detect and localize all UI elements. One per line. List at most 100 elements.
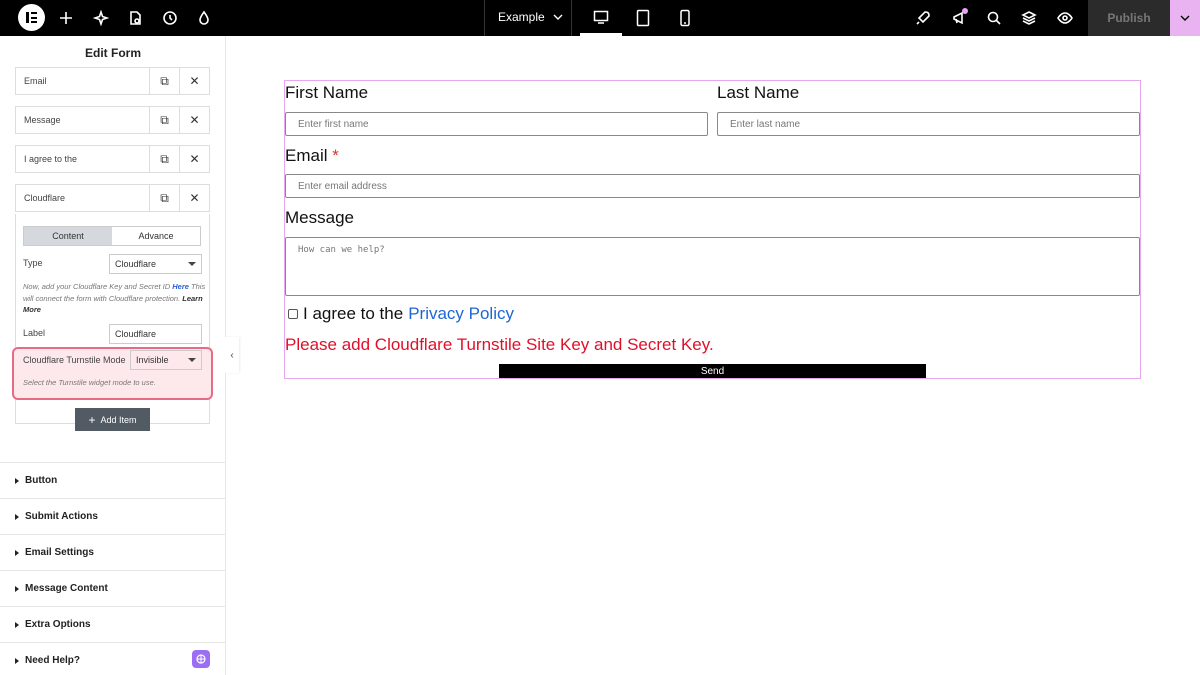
editor-panel: Edit Form Email ⧉ ✕ Message ⧉ ✕ I agree … [0, 36, 226, 675]
help-bot-icon[interactable] [192, 650, 210, 668]
mobile-view-button[interactable] [664, 0, 706, 36]
form-field-item[interactable]: Message ⧉ ✕ [15, 106, 210, 134]
turnstile-error-message: Please add Cloudflare Turnstile Site Key… [285, 335, 714, 354]
privacy-policy-link[interactable]: Privacy Policy [408, 304, 514, 324]
rocket-icon[interactable] [913, 8, 933, 28]
email-input[interactable]: Enter email address [285, 174, 1140, 198]
form-field-label: Email [24, 76, 47, 86]
desktop-icon [593, 10, 609, 24]
top-bar: Example Publish [0, 0, 1200, 36]
field-tabs: Content Advance [23, 226, 201, 246]
email-label: Email * [285, 146, 339, 166]
duplicate-icon[interactable]: ⧉ [149, 107, 179, 133]
search-icon[interactable] [984, 8, 1004, 28]
page-settings-icon[interactable] [125, 8, 145, 28]
caret-down-icon [188, 358, 196, 362]
section-message-content[interactable]: Message Content [0, 570, 226, 606]
plus-icon: + [88, 412, 96, 427]
collapse-panel-button[interactable]: ‹ [225, 337, 239, 373]
section-label: Extra Options [25, 619, 91, 630]
last-name-label: Last Name [717, 83, 800, 102]
section-button[interactable]: Button [0, 462, 226, 498]
cloudflare-help-text: Now, add your Cloudflare Key and Secret … [23, 281, 208, 316]
section-extra-options[interactable]: Extra Options [0, 606, 226, 642]
chevron-left-icon: ‹ [230, 349, 234, 361]
close-icon[interactable]: ✕ [179, 107, 209, 133]
form-field-label: Cloudflare [24, 193, 66, 203]
close-icon[interactable]: ✕ [179, 68, 209, 94]
email-label-text: Email [285, 146, 328, 165]
form-field-item[interactable]: Cloudflare ⧉ ✕ [15, 184, 210, 212]
caret-right-icon [15, 585, 19, 592]
label-input[interactable]: Cloudflare [109, 324, 202, 344]
desktop-view-button[interactable] [580, 0, 622, 36]
tab-advance[interactable]: Advance [112, 227, 200, 245]
layers-icon[interactable] [1019, 8, 1039, 28]
site-selector[interactable]: Example [498, 10, 563, 24]
type-value: Cloudflare [115, 259, 157, 269]
duplicate-icon[interactable]: ⧉ [149, 146, 179, 172]
turnstile-mode-help: Select the Turnstile widget mode to use. [23, 378, 156, 387]
section-label: Email Settings [25, 547, 94, 558]
label-value: Cloudflare [115, 329, 157, 339]
section-label: Submit Actions [25, 511, 98, 522]
agree-checkbox[interactable] [288, 309, 298, 319]
ai-sparkle-icon[interactable] [91, 8, 111, 28]
divider [484, 0, 485, 36]
message-label: Message [285, 208, 354, 227]
privacy-consent: I agree to the Privacy Policy [288, 304, 514, 324]
history-icon[interactable] [160, 8, 180, 28]
help-text: Now, add your Cloudflare Key and Secret … [23, 282, 171, 291]
last-name-input[interactable]: Enter last name [717, 112, 1140, 136]
help-here-link[interactable]: Here [172, 282, 189, 291]
tablet-icon [636, 9, 650, 27]
send-button[interactable]: Send [499, 364, 926, 378]
type-label: Type [23, 258, 43, 268]
add-element-icon[interactable] [56, 8, 76, 28]
caret-right-icon [15, 621, 19, 628]
agree-text: I agree to the [303, 304, 404, 323]
add-item-button[interactable]: + Add Item [75, 408, 150, 431]
turnstile-mode-select[interactable]: Invisible [130, 350, 202, 370]
site-name: Example [498, 10, 545, 24]
site-settings-drop-icon[interactable] [194, 8, 214, 28]
preview-eye-icon[interactable] [1055, 8, 1075, 28]
required-asterisk: * [332, 146, 339, 165]
type-select[interactable]: Cloudflare [109, 254, 202, 274]
turnstile-mode-value: Invisible [136, 355, 169, 365]
divider [571, 0, 572, 36]
tablet-view-button[interactable] [622, 0, 664, 36]
notification-dot [962, 8, 968, 14]
form-field-label: I agree to the [24, 154, 78, 164]
section-submit-actions[interactable]: Submit Actions [0, 498, 226, 534]
first-name-input[interactable]: Enter first name [285, 112, 708, 136]
form-field-item[interactable]: I agree to the ⧉ ✕ [15, 145, 210, 173]
duplicate-icon[interactable]: ⧉ [149, 68, 179, 94]
close-icon[interactable]: ✕ [179, 146, 209, 172]
form-field-item[interactable]: Email ⧉ ✕ [15, 67, 210, 95]
add-item-label: Add Item [100, 414, 137, 425]
label-label: Label [23, 328, 46, 338]
publish-options-button[interactable] [1170, 0, 1200, 36]
turnstile-mode-label: Cloudflare Turnstile Mode [23, 355, 126, 365]
notifications-megaphone-icon[interactable] [949, 8, 969, 28]
chevron-down-icon [553, 14, 563, 20]
chevron-down-icon [1180, 15, 1190, 21]
caret-right-icon [15, 477, 19, 484]
section-email-settings[interactable]: Email Settings [0, 534, 226, 570]
duplicate-icon[interactable]: ⧉ [149, 185, 179, 211]
mobile-icon [680, 9, 690, 27]
caret-right-icon [15, 513, 19, 520]
elementor-logo-icon[interactable] [18, 4, 45, 31]
form-field-label: Message [24, 115, 61, 125]
publish-button[interactable]: Publish [1088, 0, 1170, 36]
section-label: Button [25, 475, 58, 486]
first-name-label: First Name [285, 83, 369, 102]
close-icon[interactable]: ✕ [179, 185, 209, 211]
section-label: Need Help? [25, 655, 81, 666]
caret-right-icon [15, 657, 19, 664]
panel-title: Edit Form [85, 45, 141, 60]
caret-down-icon [188, 262, 196, 266]
message-textarea[interactable]: How can we help? [285, 237, 1140, 296]
tab-content[interactable]: Content [24, 227, 112, 245]
